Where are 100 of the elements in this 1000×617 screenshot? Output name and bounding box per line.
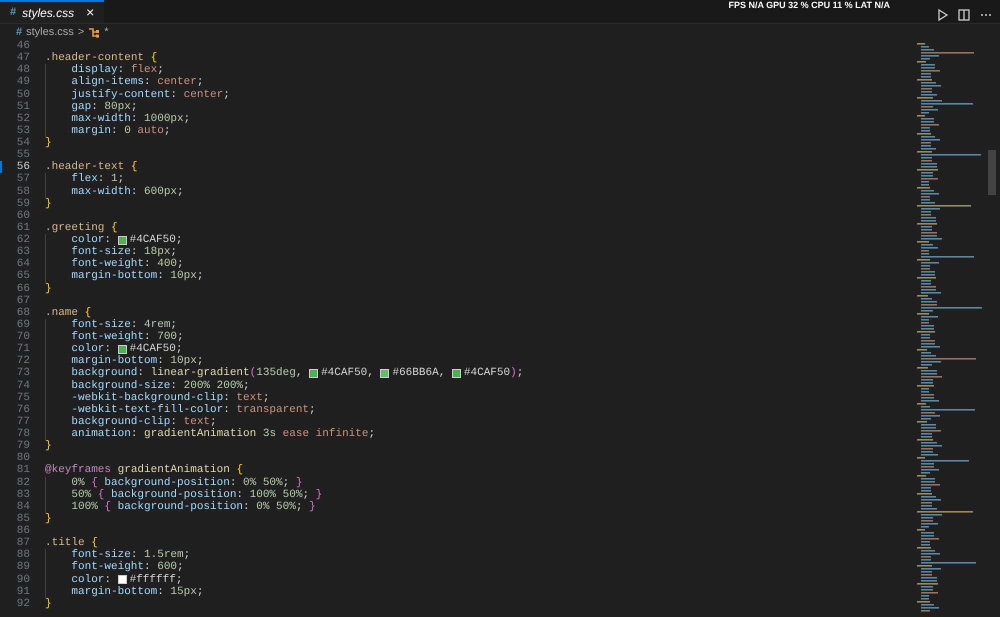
line-number: 88 — [16, 549, 30, 562]
code-text: #4CAF50); — [464, 367, 524, 380]
code-line: margin: 0 auto; — [45, 124, 170, 137]
line-number: 66 — [16, 282, 30, 295]
code-text: #4CAF50, — [321, 367, 375, 380]
code-line: } — [45, 282, 52, 295]
line-number: 75 — [16, 392, 30, 404]
code-line: font-size: 1.5rem; — [45, 549, 190, 562]
scrollbar-thumb[interactable] — [988, 150, 996, 195]
line-number: 63 — [16, 246, 30, 258]
code-line: max-width: 1000px; — [45, 112, 190, 125]
code-line: background-clip: text; — [45, 416, 217, 428]
code-line: animation: gradientAnimation 3s ease infinite; — [45, 428, 376, 440]
code-text: #4CAF50; — [130, 343, 182, 356]
code-line: .greeting { — [45, 222, 118, 234]
line-number: 83 — [16, 488, 30, 501]
line-number: 70 — [16, 331, 30, 344]
line-number: 55 — [16, 149, 30, 162]
code-line: background-size: 200% 200%; — [45, 380, 250, 392]
split-editor-icon[interactable] — [958, 8, 970, 20]
code-line: .header-content { — [45, 52, 158, 64]
line-number: 87 — [16, 537, 30, 550]
line-number: 50 — [16, 88, 30, 101]
line-number: 76 — [16, 404, 30, 416]
line-number: 62 — [16, 234, 30, 246]
line-number: 71 — [16, 343, 30, 356]
code-line: gap: 80px; — [45, 100, 138, 113]
code-line: font-weight: 400; — [45, 258, 184, 270]
code-line: align-items: center; — [45, 76, 204, 88]
code-text: color: — [71, 343, 112, 356]
line-number: 49 — [16, 76, 30, 88]
line-number: 82 — [16, 476, 30, 489]
code-line: -webkit-background-clip: text; — [45, 392, 270, 404]
breadcrumb-symbol[interactable]: * — [104, 24, 109, 40]
code-line: } — [45, 598, 52, 610]
css-file-icon: # — [16, 24, 22, 40]
code-text: color: — [71, 574, 112, 586]
line-number: 67 — [16, 294, 30, 307]
line-number: 81 — [16, 464, 30, 476]
line-number: 57 — [16, 173, 30, 186]
code-line: .name { — [45, 306, 92, 319]
code-line: display: flex; — [45, 64, 164, 76]
line-number: 92 — [16, 598, 30, 610]
code-line: 50% { background-position: 100% 50%; } — [45, 488, 322, 501]
code-line: font-size: 4rem; — [45, 318, 178, 331]
code-line: font-size: 18px; — [45, 246, 178, 258]
css-file-icon: # — [10, 4, 16, 21]
code-line: .title { — [45, 537, 98, 550]
line-number: 47 — [16, 52, 30, 64]
code-line: } — [45, 137, 52, 150]
line-number: 54 — [16, 137, 30, 150]
code-line: -webkit-text-fill-color: transparent; — [45, 404, 316, 416]
performance-overlay-text: FPS N/A GPU 32 % CPU 11 % LAT N/A — [728, 0, 890, 10]
line-number: 61 — [16, 222, 30, 234]
code-text: color: — [71, 234, 112, 246]
line-number: 68 — [16, 306, 30, 319]
code-line: @keyframes gradientAnimation { — [45, 464, 244, 476]
line-number: 77 — [16, 416, 30, 428]
line-number: 80 — [16, 452, 30, 464]
code-line: } — [45, 512, 52, 525]
line-number: 89 — [16, 561, 30, 574]
code-text: #4CAF50; — [130, 234, 182, 246]
code-line: font-weight: 700; — [45, 331, 184, 344]
code-line: margin-bottom: 10px; — [45, 270, 204, 282]
code-line: 100% { background-position: 0% 50%; } — [45, 500, 316, 513]
editor-tab[interactable]: # styles.css × — [0, 0, 104, 23]
line-number: 58 — [16, 186, 30, 198]
line-number: 69 — [16, 318, 30, 331]
code-text: background: linear-gradient(135deg, — [71, 367, 304, 380]
line-number: 59 — [16, 198, 30, 210]
code-line: flex: 1; — [45, 173, 124, 186]
line-number: 51 — [16, 100, 30, 113]
breadcrumb-file[interactable]: styles.css — [26, 24, 74, 40]
code-line: margin-bottom: 10px; — [45, 355, 204, 368]
code-text: #66BB6A, — [392, 367, 446, 380]
more-icon[interactable] — [980, 12, 992, 16]
code-line: } — [45, 440, 52, 452]
line-number: 52 — [16, 112, 30, 125]
code-line: justify-content: center; — [45, 88, 230, 101]
close-icon[interactable]: × — [86, 2, 94, 23]
code-line: 0% { background-position: 0% 50%; } — [45, 476, 302, 489]
line-number: 79 — [16, 440, 30, 452]
play-icon[interactable] — [938, 8, 948, 20]
code-line: } — [45, 198, 52, 210]
line-number: 56 — [16, 161, 30, 174]
line-number: 90 — [16, 574, 30, 586]
line-number: 86 — [16, 525, 30, 538]
line-number: 73 — [16, 367, 30, 380]
line-number: 65 — [16, 270, 30, 282]
code-line: margin-bottom: 15px; — [45, 586, 204, 598]
line-number: 84 — [16, 500, 30, 513]
current-line-marker — [0, 161, 2, 174]
code-line: .header-text { — [45, 161, 138, 174]
line-number: 72 — [16, 355, 30, 368]
code-line: max-width: 600px; — [45, 186, 184, 198]
code-text: #ffffff; — [130, 574, 182, 586]
line-number: 46 — [16, 40, 30, 52]
line-number: 64 — [16, 258, 30, 270]
line-number: 48 — [16, 64, 30, 76]
line-number: 74 — [16, 380, 30, 392]
